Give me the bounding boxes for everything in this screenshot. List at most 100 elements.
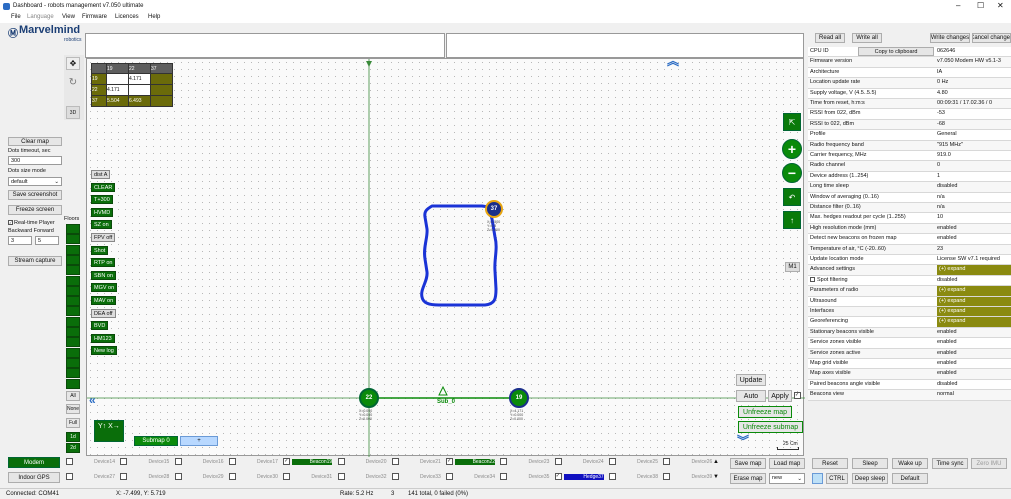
map-button[interactable]: Shot [91,245,109,255]
default-button[interactable]: Default [892,473,928,484]
floor-item[interactable] [66,244,80,255]
device-item[interactable]: Device23 [500,458,549,468]
zoom-out-icon[interactable]: − [782,163,802,183]
save-map-button[interactable]: Save map [730,458,766,469]
device-checkbox-icon[interactable] [174,458,182,465]
map-button[interactable]: BVD [91,321,109,331]
property-value[interactable]: enabled [937,339,1011,345]
floor-item[interactable] [66,368,80,379]
device-checkbox-icon[interactable] [446,473,454,480]
menu-file[interactable]: File [11,14,21,20]
device-checkbox-icon[interactable] [663,458,671,465]
device-checkbox-icon[interactable] [66,458,73,465]
device-item[interactable]: Device33 [391,473,441,483]
property-value[interactable]: enabled [937,235,1011,241]
map-button[interactable]: MGV on [91,283,118,293]
device-checkbox-icon[interactable] [609,473,616,480]
property-row[interactable]: Parameters of radio (+) expand [808,286,1011,297]
map-button[interactable]: New log [91,346,117,356]
property-row[interactable]: Radio frequency band "915 MHz" [808,140,1011,151]
property-row[interactable]: Ultrasound (+) expand [808,296,1011,307]
property-row[interactable]: Beacons view normal [808,390,1011,401]
property-value[interactable]: 919.0 [937,152,1011,158]
property-row[interactable]: Architecture IA [808,67,1011,79]
device-item[interactable]: Device17 [228,458,278,468]
device-checkbox-icon[interactable] [120,473,128,480]
save-screenshot-button[interactable]: Save screenshot [8,190,62,200]
property-value[interactable]: n/a [937,204,1011,210]
checkbox-icon[interactable]: ✓ [794,392,801,399]
device-checkbox-icon[interactable] [66,473,73,480]
freeze-screen-button[interactable]: Freeze screen [8,205,62,215]
sleep-button[interactable]: Sleep [852,458,888,469]
property-value[interactable]: -68 [937,121,1011,127]
device-checkbox-icon[interactable] [609,458,616,465]
device-item[interactable]: Device26 [663,458,712,468]
property-value[interactable]: normal [937,391,1011,397]
device-checkbox-icon[interactable] [337,458,345,465]
unfreeze-map-button[interactable]: Unfreeze map [738,406,792,418]
property-value[interactable]: (+) expand [937,265,1011,275]
floors-none-button[interactable]: None [66,404,80,414]
scroll-left-icon[interactable]: « [89,393,96,407]
property-row[interactable]: Distance filter (0..16) n/a [808,203,1011,214]
floor-item[interactable] [66,275,80,286]
reset-button[interactable]: Reset [812,458,848,469]
floor-item[interactable] [66,296,80,307]
property-value[interactable]: v7.050 Modem HW v5.1-3 [937,58,1011,64]
floors-full-button[interactable]: Full [66,418,80,428]
submap-button[interactable]: Submap 0 [134,436,178,446]
property-row[interactable]: Detect new beacons on frozen map enabled [808,234,1011,245]
property-row[interactable]: High resolution mode (mm) enabled [808,223,1011,235]
property-value[interactable]: 0 [937,162,1011,168]
device-checkbox-icon[interactable] [283,473,291,480]
map-button[interactable]: FPV off [91,233,116,242]
property-row[interactable]: Paired beacons angle visible disabled [808,379,1011,391]
maximize-icon[interactable]: ☐ [977,1,984,10]
map-button[interactable]: DEA off [91,308,116,318]
property-value[interactable]: 00:09:31 / 17.02.36 / 0 [937,100,1011,106]
property-row[interactable]: Advanced settings (+) expand [808,265,1011,276]
property-row[interactable]: Device address (1..254) 1 [808,171,1011,183]
property-row[interactable]: Supply voltage, V (4.5..5.5) 4.80 [808,88,1011,99]
device-item[interactable]: ✓ Beacon19 [283,458,333,468]
floors-2d-button[interactable]: 2d [66,443,80,453]
scroll-down-small-icon[interactable]: ▼ [713,474,719,480]
property-value[interactable]: 10 [937,214,1011,220]
device-item[interactable]: Device16 [174,458,224,468]
device-item[interactable]: Device15 [120,458,169,468]
add-submap-button[interactable]: + [180,436,218,446]
floor-item[interactable] [66,347,80,358]
move-tool-icon[interactable]: ✥ [66,57,80,70]
deep-sleep-button[interactable]: Deep sleep [852,473,888,484]
scroll-up-small-icon[interactable]: ▲ [713,459,719,465]
dots-size-select[interactable]: default ⌄ [8,177,62,186]
device-item[interactable]: ✓ Beacon22 [446,458,496,468]
floor-item[interactable] [66,327,80,337]
floor-item[interactable] [66,265,80,276]
device-item[interactable]: Device39 [663,473,712,483]
map-button[interactable]: HM123 [91,333,115,343]
property-value[interactable]: 062646 [937,48,1011,54]
property-row[interactable]: Max. hedges readout per cycle (1..255) 10 [808,213,1011,224]
write-all-button[interactable]: Write all [852,33,882,43]
property-row[interactable]: Firmware version v7.050 Modem HW v5.1-3 [808,57,1011,68]
device-item[interactable]: Device30 [228,473,278,483]
clear-map-button[interactable]: Clear map [8,137,62,146]
floor-item[interactable] [66,224,80,234]
property-value[interactable]: General [937,131,1011,137]
property-value[interactable]: (+) expand [937,296,1011,306]
property-row[interactable]: RSSI from 022, dBm -53 [808,109,1011,120]
scroll-down-icon[interactable]: ︾ [737,435,749,447]
map-button[interactable]: SZ on [91,220,112,230]
property-value[interactable]: 0 Hz [937,79,1011,85]
close-icon[interactable]: ✕ [997,1,1004,10]
device-item[interactable]: Device34 [446,473,495,483]
property-value[interactable]: 1 [937,173,1011,179]
property-row[interactable]: Window of averaging (0..16) n/a [808,192,1011,203]
device-item[interactable]: Device20 [337,458,387,468]
menu-firmware[interactable]: Firmware [82,14,107,20]
device-checkbox-icon[interactable] [337,473,345,480]
property-row[interactable]: Location update rate 0 Hz [808,78,1011,89]
property-value[interactable]: disabled [937,277,1011,283]
